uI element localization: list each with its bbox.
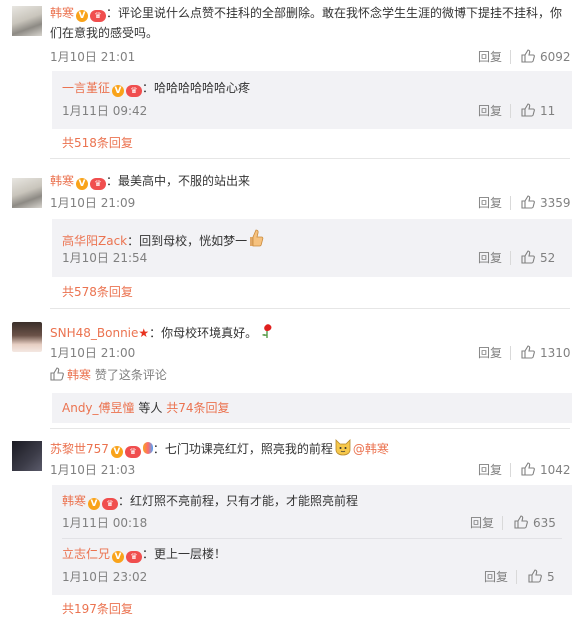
reply-button[interactable]: 回复	[478, 49, 502, 65]
comment-text: 韩寒 V ♛ ：评论里说什么点赞不挂科的全部删除。敢在我怀念学生生涯的微博下提挂不挂科…	[50, 6, 563, 22]
like-button[interactable]: 52	[521, 250, 555, 266]
thumb-up-icon	[521, 103, 535, 117]
avatar[interactable]	[12, 6, 42, 36]
reply-button[interactable]: 回复	[470, 515, 494, 531]
verified-v-icon: V	[112, 551, 125, 563]
timestamp: 1月10日 21:01	[50, 50, 136, 64]
verified-v-icon: V	[76, 178, 89, 190]
sub-comment-text: 一言堇征 V ♛ ：哈哈哈哈哈哈心疼	[62, 81, 251, 97]
reply-button[interactable]: 回复	[478, 462, 502, 478]
separator	[502, 516, 503, 530]
divider	[50, 428, 570, 429]
timestamp: 1月11日 09:42	[62, 104, 148, 118]
comment-text: 韩寒 V ♛ ：最美高中，不服的站出来	[50, 174, 251, 190]
vip-badge-icon: ♛	[124, 446, 141, 458]
sub-comment-text: 立志仁兄 V ♛ ：更上一层楼！	[62, 547, 227, 563]
vip-badge-icon: ♛	[90, 10, 107, 22]
thumb-up-icon	[50, 367, 64, 381]
username[interactable]: 苏黎世757	[50, 442, 109, 456]
avatar[interactable]	[12, 322, 42, 352]
username[interactable]: Andy_傅昱憧	[62, 401, 135, 415]
like-button[interactable]: 6092	[521, 49, 571, 65]
reply-button[interactable]: 回复	[478, 195, 502, 211]
separator	[510, 346, 511, 360]
balloon-badge-icon	[142, 442, 153, 454]
comment-1: 韩寒 V ♛ ：评论里说什么点赞不挂科的全部删除。敢在我怀念学生生涯的微博下提挂不挂科…	[0, 0, 580, 159]
thumb-up-icon	[521, 250, 535, 264]
sub-comment-summary: Andy_傅昱憧 等人 共74条回复	[62, 401, 230, 415]
divider	[50, 158, 570, 159]
divider	[62, 538, 562, 539]
like-button[interactable]: 5	[528, 569, 555, 585]
thumb-up-icon	[528, 569, 542, 583]
separator	[510, 251, 511, 265]
like-button[interactable]: 3359	[521, 195, 571, 211]
timestamp: 1月10日 21:54	[62, 251, 148, 265]
username[interactable]: 高华阳Zack	[62, 234, 127, 248]
verified-v-icon: V	[76, 10, 89, 22]
star-icon: ★	[138, 326, 150, 340]
timestamp: 1月10日 21:00	[50, 346, 136, 360]
timestamp: 1月10日 21:03	[50, 463, 136, 477]
username[interactable]: SNH48_Bonnie	[50, 326, 138, 340]
sub-comment-text: 韩寒 V ♛ ：红灯照不亮前程，只有才能，才能照亮前程	[62, 494, 359, 510]
separator	[510, 196, 511, 210]
more-replies-link[interactable]: 共74条回复	[166, 401, 229, 415]
reply-button[interactable]: 回复	[478, 250, 502, 266]
reply-button[interactable]: 回复	[478, 103, 502, 119]
rose-emoji	[257, 320, 277, 345]
comment-text: SNH48_Bonnie★：你母校环境真好。	[50, 320, 277, 345]
username[interactable]: 韩寒	[50, 174, 74, 188]
like-button[interactable]: 1310	[521, 345, 571, 361]
avatar[interactable]	[12, 441, 42, 471]
comment-text-cont: 们在意我的感受吗。	[50, 26, 159, 40]
vip-badge-icon: ♛	[126, 551, 143, 563]
username[interactable]: 韩寒	[50, 6, 74, 20]
separator	[510, 463, 511, 477]
reply-button[interactable]: 回复	[478, 345, 502, 361]
username[interactable]: 一言堇征	[62, 81, 110, 95]
thumb-up-icon	[521, 195, 535, 209]
avatar[interactable]	[12, 178, 42, 208]
vip-badge-icon: ♛	[126, 85, 143, 97]
separator	[510, 104, 511, 118]
mention-link[interactable]: @韩寒	[353, 442, 389, 456]
comment-text: 苏黎世757 V ♛ ：七门功课亮红灯，照亮我的前程 @韩寒	[50, 438, 389, 461]
dog-emoji	[333, 438, 353, 461]
verified-v-icon: V	[110, 446, 123, 458]
username[interactable]: 韩寒	[67, 368, 91, 382]
more-replies-link[interactable]: 共518条回复	[62, 135, 133, 151]
like-button[interactable]: 11	[521, 103, 555, 119]
timestamp: 1月11日 00:18	[62, 516, 148, 530]
timestamp: 1月10日 21:09	[50, 196, 136, 210]
verified-v-icon: V	[88, 498, 101, 510]
thumb-up-icon	[514, 515, 528, 529]
divider	[50, 308, 570, 309]
separator	[516, 570, 517, 584]
more-replies-link[interactable]: 共197条回复	[62, 601, 133, 617]
separator	[510, 50, 511, 64]
username[interactable]: 立志仁兄	[62, 547, 110, 561]
verified-v-icon: V	[112, 85, 125, 97]
timestamp: 1月10日 23:02	[62, 570, 148, 584]
like-button[interactable]: 1042	[521, 462, 571, 478]
thumb-up-icon	[521, 345, 535, 359]
thumb-up-icon	[521, 49, 535, 63]
liked-by-note: 韩寒 赞了这条评论	[50, 367, 167, 383]
vip-badge-icon: ♛	[90, 178, 107, 190]
thumb-up-icon	[521, 462, 535, 476]
thumbs-up-emoji	[247, 228, 265, 253]
username[interactable]: 韩寒	[62, 494, 86, 508]
like-button[interactable]: 635	[514, 515, 556, 531]
vip-badge-icon: ♛	[102, 498, 119, 510]
more-replies-link[interactable]: 共578条回复	[62, 284, 133, 300]
reply-button[interactable]: 回复	[484, 569, 508, 585]
